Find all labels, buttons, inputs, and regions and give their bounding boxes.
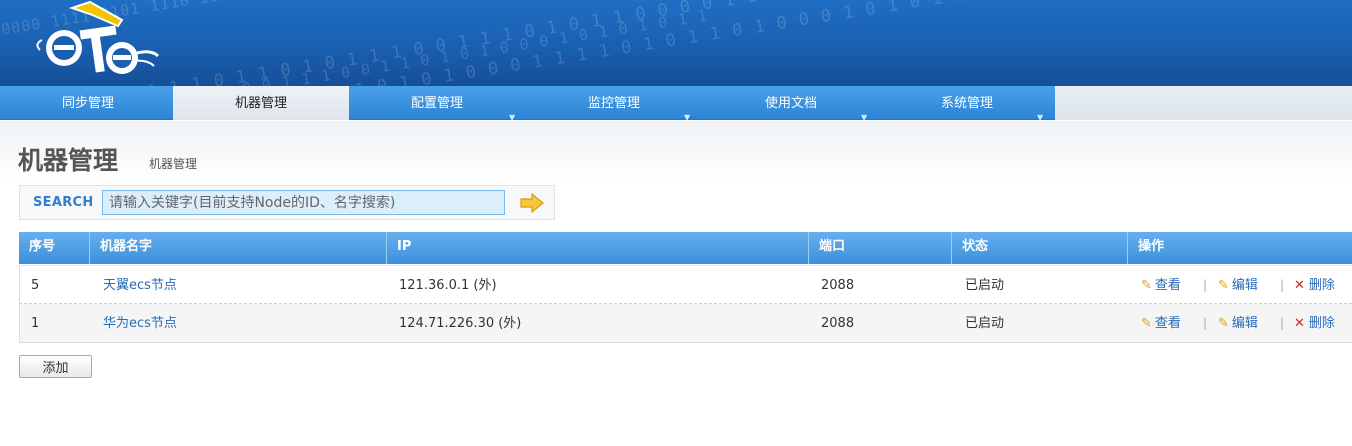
cell-id: 5 [31,278,40,293]
arrow-right-icon[interactable] [519,193,545,213]
cell-id: 1 [31,316,40,331]
nav-item-sync[interactable]: 同步管理 [0,86,176,120]
cell-ip: 124.71.226.30 (外) [399,316,522,331]
machine-name-link[interactable]: 天翼ecs节点 [103,278,177,293]
table-header: 序号 机器名字 IP 端口 状态 操作 [19,232,1352,264]
header-banner: 0000 1111 0101 1110 1010 0 1 1 1 0 1 1 0… [0,0,1352,86]
col-header-name: 机器名字 [90,232,387,264]
cell-port: 2088 [821,278,855,293]
search-label: SEARCH [33,195,94,210]
col-header-ip: IP [387,232,809,264]
view-action[interactable]: ✎ 查看 [1141,266,1181,305]
col-header-id: 序号 [19,232,90,264]
content-header-background [0,121,1352,181]
delete-x-icon: ✕ [1294,278,1305,293]
cell-status: 已启动 [965,316,1005,331]
separator: | [1203,278,1208,292]
cell-ip: 121.36.0.1 (外) [399,278,497,293]
page-title: 机器管理 [18,146,119,175]
pencil-icon: ✎ [1218,278,1229,293]
edit-action[interactable]: ✎ 编辑 [1218,266,1258,305]
table-row: 1 华为ecs节点 124.71.226.30 (外) 2088 已启动 ✎ 查看… [19,304,1352,343]
nav-item-label: 机器管理 [234,96,287,111]
separator: | [1280,316,1285,330]
col-header-port: 端口 [809,232,952,264]
nav-filler [1055,86,1352,120]
separator: | [1280,278,1285,292]
nav-item-label: 监控管理 [587,96,640,111]
nav-item-docs[interactable]: 使用文档 ▼ [703,86,879,122]
logo [36,0,160,74]
search-bar: SEARCH [19,185,555,220]
view-label: 查看 [1154,316,1181,331]
edit-action[interactable]: ✎ 编辑 [1218,304,1258,343]
delete-label: 删除 [1308,278,1335,293]
edit-label: 编辑 [1231,278,1258,293]
nav-item-monitor[interactable]: 监控管理 ▼ [526,86,702,122]
nav-item-label: 配置管理 [410,96,463,111]
nav-item-config[interactable]: 配置管理 ▼ [349,86,525,122]
nav-item-machines[interactable]: 机器管理 [173,86,349,120]
pencil-icon: ✎ [1218,316,1229,331]
view-label: 查看 [1154,278,1181,293]
page-subtitle: 机器管理 [149,157,198,171]
nav-item-label: 同步管理 [61,96,114,111]
table-row: 5 天翼ecs节点 121.36.0.1 (外) 2088 已启动 ✎ 查看 | … [19,265,1352,304]
nav-item-label: 系统管理 [940,96,993,111]
cell-port: 2088 [821,316,855,331]
pencil-icon: ✎ [1141,278,1152,293]
pencil-icon: ✎ [1141,316,1152,331]
cell-status: 已启动 [965,278,1005,293]
search-input[interactable] [102,190,505,215]
machine-name-link[interactable]: 华为ecs节点 [103,316,177,331]
delete-action[interactable]: ✕ 删除 [1294,304,1335,343]
edit-label: 编辑 [1231,316,1258,331]
delete-action[interactable]: ✕ 删除 [1294,266,1335,305]
col-header-actions: 操作 [1138,239,1165,254]
delete-x-icon: ✕ [1294,316,1305,331]
nav-item-system[interactable]: 系统管理 ▼ [879,86,1055,122]
separator: | [1203,316,1208,330]
delete-label: 删除 [1308,316,1335,331]
col-header-status: 状态 [952,232,1128,264]
add-button[interactable]: 添加 [19,355,92,378]
view-action[interactable]: ✎ 查看 [1141,304,1181,343]
nav-item-label: 使用文档 [764,96,817,111]
